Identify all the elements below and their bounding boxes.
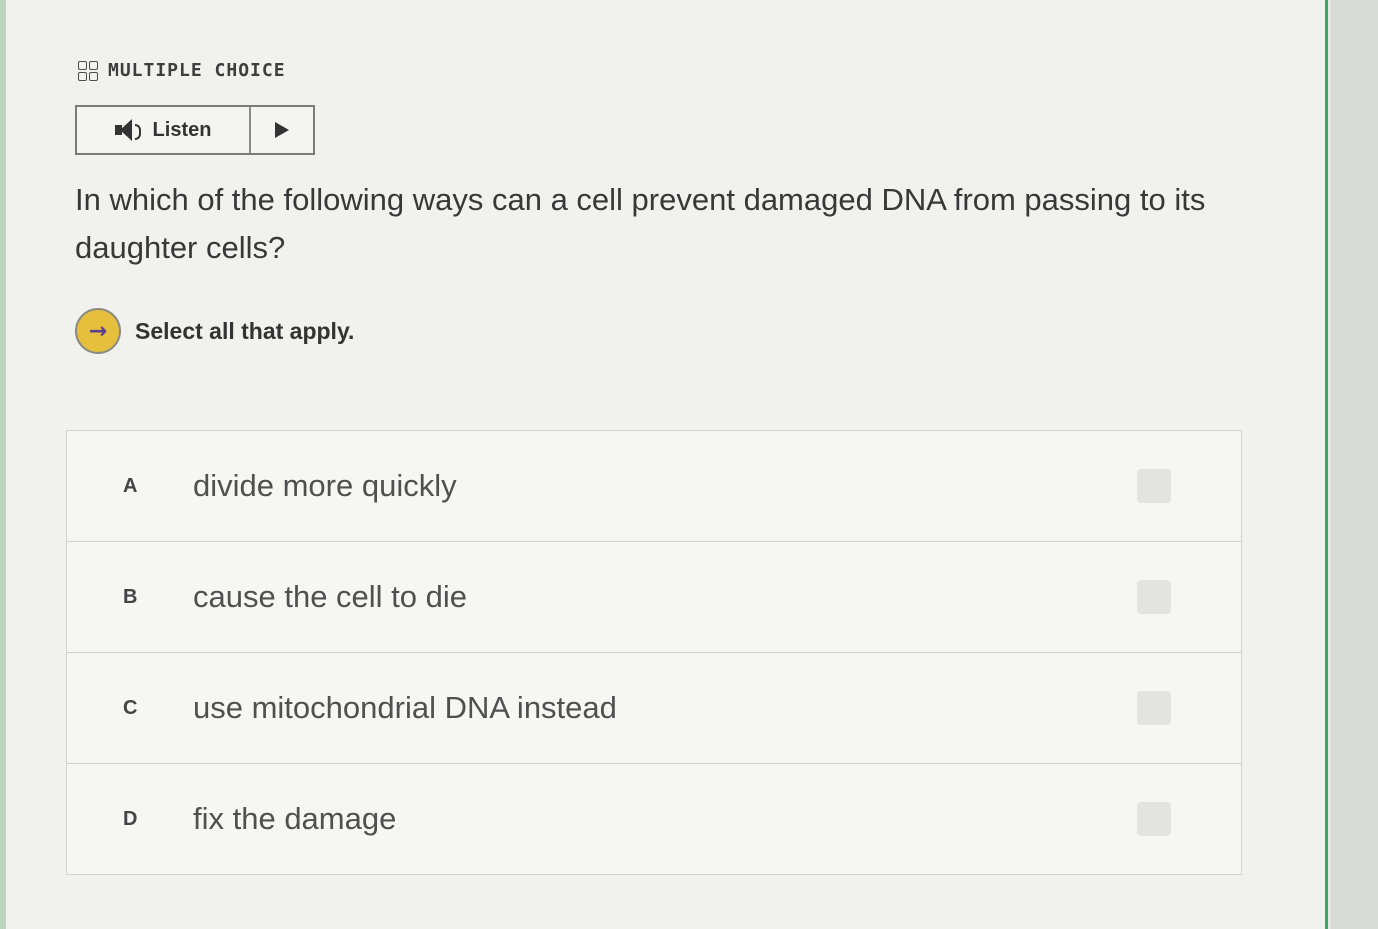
choice-c[interactable]: C use mitochondrial DNA instead: [67, 653, 1241, 764]
instruction-text: Select all that apply.: [135, 317, 355, 344]
choice-letter: B: [123, 585, 138, 608]
choice-letter: D: [123, 807, 138, 830]
speaker-icon: [114, 119, 145, 141]
arrow-right-icon: →: [75, 308, 121, 354]
choice-text: fix the damage: [193, 801, 397, 836]
choice-letter: A: [123, 474, 138, 497]
right-margin: [1331, 0, 1378, 929]
question-type-header: MULTIPLE CHOICE: [78, 60, 286, 81]
choice-b[interactable]: B cause the cell to die: [67, 542, 1241, 653]
choice-checkbox[interactable]: [1137, 469, 1171, 503]
choice-a[interactable]: A divide more quickly: [67, 431, 1241, 542]
question-type-label: MULTIPLE CHOICE: [108, 60, 286, 81]
choice-list: A divide more quickly B cause the cell t…: [66, 430, 1242, 875]
choice-text: use mitochondrial DNA instead: [193, 690, 617, 725]
choice-text: cause the cell to die: [193, 579, 468, 614]
choice-checkbox[interactable]: [1137, 691, 1171, 725]
play-icon: [275, 122, 289, 138]
choice-d[interactable]: D fix the damage: [67, 764, 1241, 874]
instruction: → Select all that apply.: [75, 308, 354, 354]
choice-text: divide more quickly: [193, 468, 457, 503]
listen-button[interactable]: Listen: [77, 107, 251, 153]
listen-widget: Listen: [75, 105, 315, 155]
play-button[interactable]: [251, 107, 313, 153]
choice-letter: C: [123, 696, 138, 719]
question-text: In which of the following ways can a cel…: [75, 182, 1206, 265]
listen-label: Listen: [152, 118, 212, 141]
grid-icon: [78, 60, 98, 81]
choice-checkbox[interactable]: [1137, 580, 1171, 614]
choice-checkbox[interactable]: [1137, 802, 1171, 836]
